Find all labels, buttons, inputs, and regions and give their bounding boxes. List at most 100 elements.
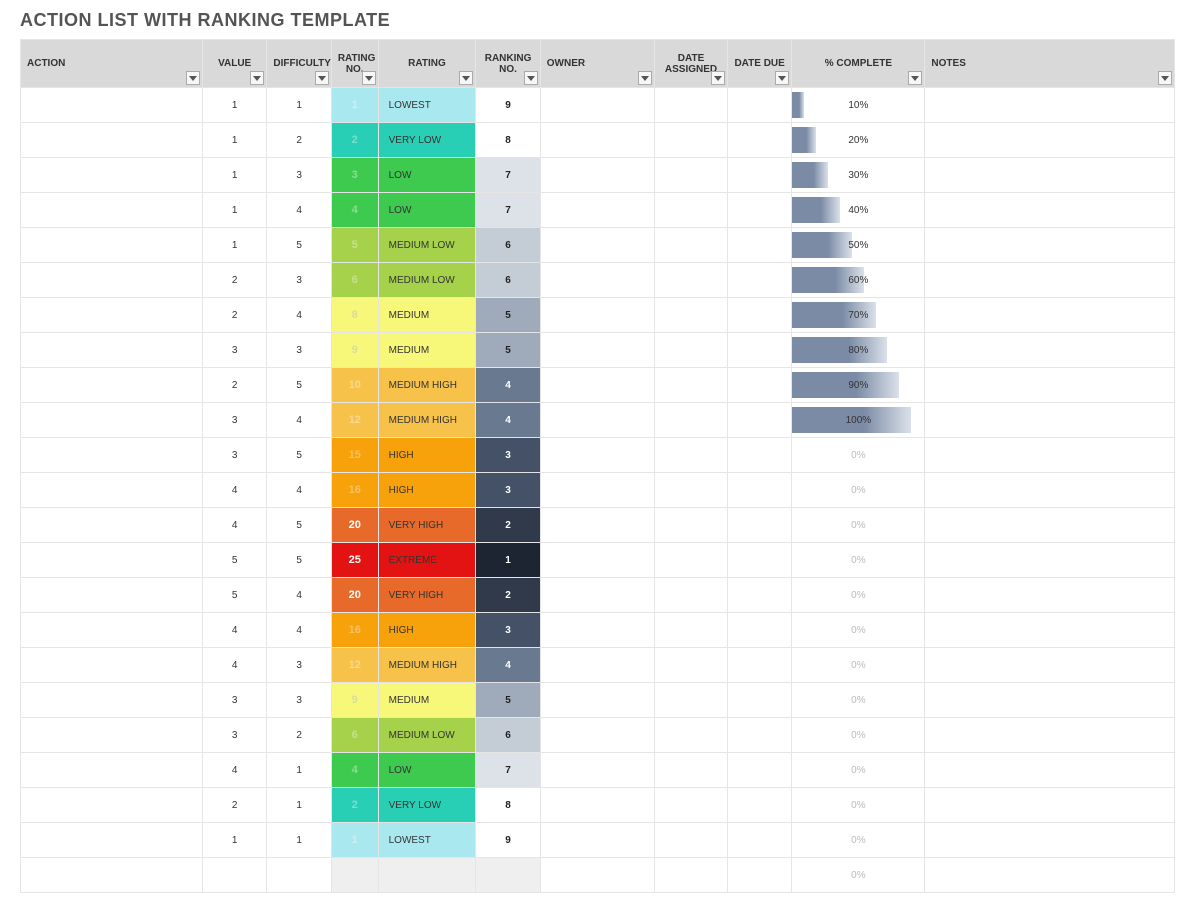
cell-owner[interactable] [540, 613, 654, 648]
cell-owner[interactable] [540, 473, 654, 508]
cell-owner[interactable] [540, 123, 654, 158]
cell-date-assigned[interactable] [655, 438, 728, 473]
cell-pct-complete[interactable]: 0% [792, 578, 925, 613]
filter-icon[interactable] [186, 71, 200, 85]
cell-owner[interactable] [540, 543, 654, 578]
cell-notes[interactable] [925, 123, 1175, 158]
cell-notes[interactable] [925, 158, 1175, 193]
cell-pct-complete[interactable]: 90% [792, 368, 925, 403]
cell-pct-complete[interactable]: 0% [792, 753, 925, 788]
cell-value[interactable]: 2 [202, 368, 266, 403]
cell-value[interactable]: 3 [202, 333, 266, 368]
cell-action[interactable] [21, 263, 203, 298]
cell-action[interactable] [21, 403, 203, 438]
filter-icon[interactable] [638, 71, 652, 85]
cell-notes[interactable] [925, 403, 1175, 438]
cell-pct-complete[interactable]: 70% [792, 298, 925, 333]
cell-pct-complete[interactable]: 20% [792, 123, 925, 158]
filter-icon[interactable] [315, 71, 329, 85]
cell-difficulty[interactable]: 2 [267, 123, 331, 158]
cell-owner[interactable] [540, 753, 654, 788]
cell-value[interactable]: 1 [202, 823, 266, 858]
cell-difficulty[interactable]: 3 [267, 333, 331, 368]
cell-owner[interactable] [540, 578, 654, 613]
cell-action[interactable] [21, 858, 203, 893]
cell-notes[interactable] [925, 473, 1175, 508]
filter-icon[interactable] [362, 71, 376, 85]
cell-date-due[interactable] [727, 158, 791, 193]
cell-difficulty[interactable]: 4 [267, 298, 331, 333]
cell-date-assigned[interactable] [655, 403, 728, 438]
cell-date-assigned[interactable] [655, 718, 728, 753]
cell-notes[interactable] [925, 543, 1175, 578]
cell-date-assigned[interactable] [655, 368, 728, 403]
cell-date-due[interactable] [727, 403, 791, 438]
cell-date-assigned[interactable] [655, 88, 728, 123]
cell-date-due[interactable] [727, 823, 791, 858]
filter-icon[interactable] [908, 71, 922, 85]
cell-pct-complete[interactable]: 0% [792, 683, 925, 718]
cell-notes[interactable] [925, 648, 1175, 683]
cell-date-due[interactable] [727, 858, 791, 893]
cell-date-assigned[interactable] [655, 473, 728, 508]
cell-pct-complete[interactable]: 80% [792, 333, 925, 368]
cell-difficulty[interactable]: 2 [267, 718, 331, 753]
cell-owner[interactable] [540, 263, 654, 298]
cell-date-assigned[interactable] [655, 543, 728, 578]
cell-action[interactable] [21, 193, 203, 228]
cell-difficulty[interactable]: 3 [267, 158, 331, 193]
cell-owner[interactable] [540, 823, 654, 858]
cell-notes[interactable] [925, 508, 1175, 543]
cell-value[interactable]: 2 [202, 263, 266, 298]
cell-owner[interactable] [540, 648, 654, 683]
cell-difficulty[interactable]: 4 [267, 193, 331, 228]
cell-date-assigned[interactable] [655, 158, 728, 193]
cell-difficulty[interactable]: 1 [267, 788, 331, 823]
cell-action[interactable] [21, 123, 203, 158]
cell-owner[interactable] [540, 858, 654, 893]
cell-difficulty[interactable]: 1 [267, 823, 331, 858]
cell-value[interactable]: 3 [202, 718, 266, 753]
cell-date-assigned[interactable] [655, 228, 728, 263]
cell-date-assigned[interactable] [655, 123, 728, 158]
cell-date-due[interactable] [727, 123, 791, 158]
cell-notes[interactable] [925, 228, 1175, 263]
cell-difficulty[interactable]: 5 [267, 368, 331, 403]
cell-difficulty[interactable]: 4 [267, 403, 331, 438]
cell-owner[interactable] [540, 368, 654, 403]
cell-pct-complete[interactable]: 30% [792, 158, 925, 193]
cell-value[interactable]: 3 [202, 403, 266, 438]
cell-pct-complete[interactable]: 40% [792, 193, 925, 228]
cell-pct-complete[interactable]: 0% [792, 438, 925, 473]
cell-notes[interactable] [925, 578, 1175, 613]
cell-value[interactable]: 4 [202, 613, 266, 648]
cell-date-assigned[interactable] [655, 578, 728, 613]
cell-date-due[interactable] [727, 718, 791, 753]
cell-value[interactable]: 4 [202, 508, 266, 543]
cell-pct-complete[interactable]: 60% [792, 263, 925, 298]
cell-date-assigned[interactable] [655, 333, 728, 368]
cell-notes[interactable] [925, 788, 1175, 823]
cell-owner[interactable] [540, 193, 654, 228]
cell-action[interactable] [21, 508, 203, 543]
cell-value[interactable]: 4 [202, 753, 266, 788]
cell-notes[interactable] [925, 858, 1175, 893]
cell-pct-complete[interactable]: 0% [792, 718, 925, 753]
cell-pct-complete[interactable]: 0% [792, 648, 925, 683]
cell-date-due[interactable] [727, 298, 791, 333]
cell-action[interactable] [21, 753, 203, 788]
cell-action[interactable] [21, 228, 203, 263]
cell-action[interactable] [21, 473, 203, 508]
cell-value[interactable]: 3 [202, 683, 266, 718]
cell-action[interactable] [21, 683, 203, 718]
cell-date-due[interactable] [727, 473, 791, 508]
filter-icon[interactable] [1158, 71, 1172, 85]
cell-owner[interactable] [540, 228, 654, 263]
cell-pct-complete[interactable]: 0% [792, 613, 925, 648]
cell-difficulty[interactable]: 5 [267, 543, 331, 578]
cell-owner[interactable] [540, 438, 654, 473]
cell-owner[interactable] [540, 508, 654, 543]
cell-difficulty[interactable]: 5 [267, 508, 331, 543]
cell-value[interactable]: 1 [202, 158, 266, 193]
cell-notes[interactable] [925, 613, 1175, 648]
